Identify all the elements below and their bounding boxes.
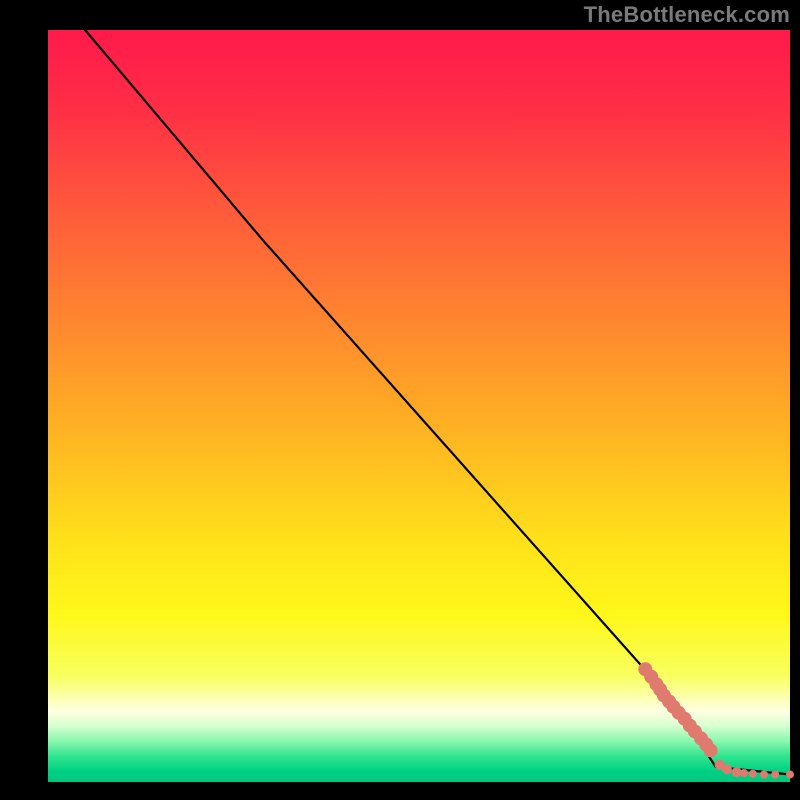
bottleneck-chart bbox=[0, 0, 800, 800]
data-point bbox=[771, 771, 779, 779]
chart-frame: TheBottleneck.com bbox=[0, 0, 800, 800]
plot-background bbox=[48, 30, 790, 782]
data-point bbox=[749, 770, 757, 778]
data-point bbox=[786, 771, 794, 779]
data-point bbox=[704, 743, 718, 757]
data-point bbox=[740, 769, 748, 777]
data-point bbox=[722, 764, 732, 774]
data-point bbox=[760, 771, 768, 779]
